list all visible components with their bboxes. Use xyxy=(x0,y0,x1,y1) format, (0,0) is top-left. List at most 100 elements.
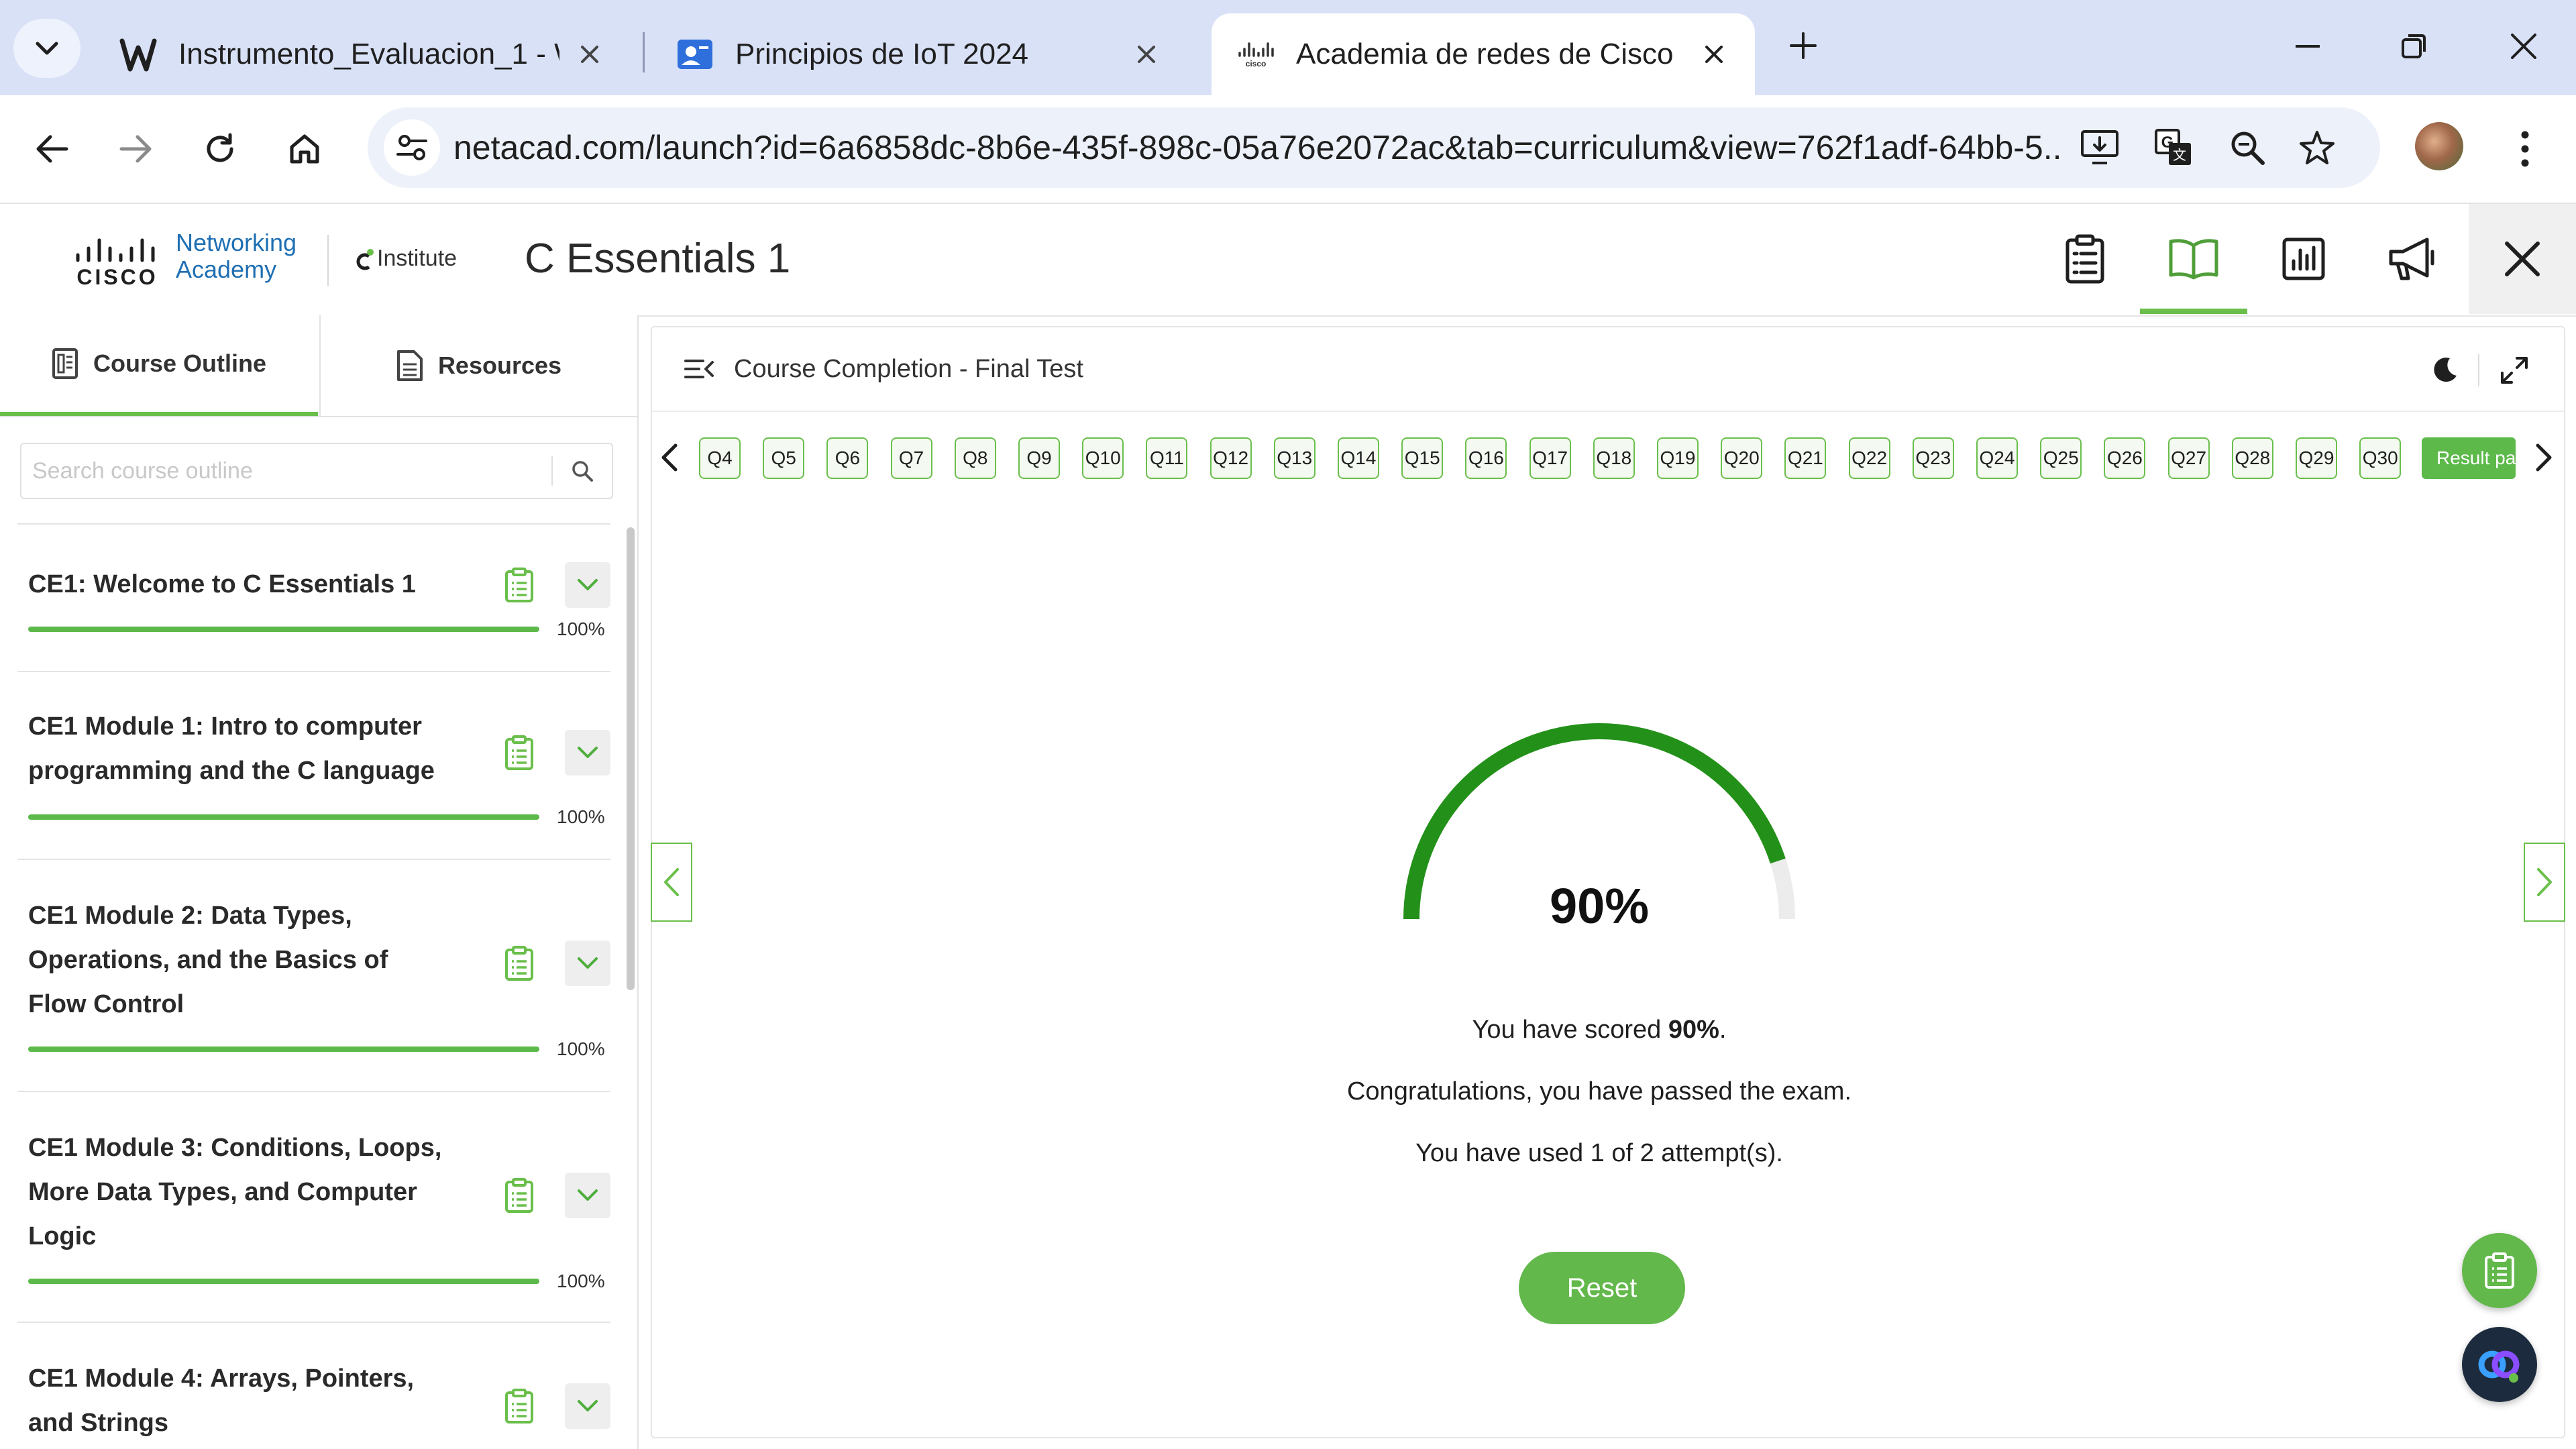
module-item[interactable]: CE1 Module 1: Intro to computer programm… xyxy=(17,671,610,860)
translate-icon[interactable]: G文 xyxy=(2147,121,2200,174)
book-button[interactable] xyxy=(2140,204,2247,314)
restore-button[interactable] xyxy=(2380,16,2447,76)
header-divider xyxy=(2478,354,2479,386)
question-button[interactable]: Q13 xyxy=(1273,437,1316,479)
question-button[interactable]: Q25 xyxy=(2040,437,2082,479)
question-button[interactable]: Q19 xyxy=(1657,437,1699,479)
toggle-outline-button[interactable] xyxy=(680,352,718,386)
question-button[interactable]: Q20 xyxy=(1721,437,1763,479)
clipboard-icon[interactable] xyxy=(499,1386,539,1426)
floating-assistant-button[interactable] xyxy=(2462,1327,2537,1402)
forward-button[interactable] xyxy=(109,122,162,176)
install-app-icon[interactable] xyxy=(2073,121,2127,174)
home-icon xyxy=(288,132,321,166)
question-button[interactable]: Q29 xyxy=(2296,437,2337,479)
clipboard-icon[interactable] xyxy=(499,733,539,773)
question-button[interactable]: Q7 xyxy=(890,437,932,479)
question-button[interactable]: Q18 xyxy=(1593,437,1635,479)
module-expand-button[interactable] xyxy=(565,562,610,608)
announcements-button[interactable] xyxy=(2359,204,2466,314)
result-page-button[interactable]: Result pa xyxy=(2422,437,2516,479)
sidebar-scrollbar[interactable] xyxy=(627,527,635,990)
site-info-button[interactable] xyxy=(384,119,440,176)
question-button[interactable]: Q21 xyxy=(1784,437,1827,479)
bookmark-star-icon[interactable] xyxy=(2290,121,2344,174)
question-button[interactable]: Q30 xyxy=(2359,437,2402,479)
module-expand-button[interactable] xyxy=(565,1383,610,1429)
gradebook-button[interactable] xyxy=(2031,204,2139,314)
browser-tab-classroom[interactable]: Principios de IoT 2024 xyxy=(651,13,1187,95)
score-bold: 90% xyxy=(1668,1016,1719,1044)
question-button[interactable]: Q22 xyxy=(1848,437,1890,479)
profile-avatar[interactable] xyxy=(2415,122,2463,170)
tab-resources[interactable]: Resources xyxy=(319,315,637,416)
question-button[interactable]: Q4 xyxy=(699,437,741,479)
module-expand-button[interactable] xyxy=(565,730,610,775)
home-button[interactable] xyxy=(278,122,331,176)
close-tab-icon[interactable] xyxy=(1130,38,1163,71)
question-button[interactable]: Q5 xyxy=(763,437,805,479)
tab-search-button[interactable] xyxy=(13,19,80,78)
question-button[interactable]: Q17 xyxy=(1529,437,1571,479)
questions-scroll-right[interactable] xyxy=(2526,436,2561,479)
question-button[interactable]: Q26 xyxy=(2104,437,2146,479)
cisco-icon: cisco xyxy=(1236,34,1276,74)
question-button[interactable]: Q14 xyxy=(1338,437,1379,479)
url-text[interactable]: netacad.com/launch?id=6a6858dc-8b6e-435f… xyxy=(453,107,2063,188)
window-close-button[interactable] xyxy=(2490,16,2557,76)
cisco-logo[interactable]: CISCO xyxy=(74,231,161,291)
close-tab-icon[interactable] xyxy=(1697,38,1731,71)
megaphone-icon xyxy=(2387,237,2438,281)
new-tab-button[interactable] xyxy=(1776,19,1830,72)
question-button[interactable]: Q9 xyxy=(1018,437,1060,479)
reset-button[interactable]: Reset xyxy=(1519,1252,1685,1324)
module-item[interactable]: CE1: Welcome to C Essentials 1 100% xyxy=(17,523,610,672)
dark-mode-toggle[interactable] xyxy=(2424,350,2465,390)
question-button[interactable]: Q10 xyxy=(1082,437,1124,479)
close-tab-icon[interactable] xyxy=(573,38,606,71)
module-expand-button[interactable] xyxy=(565,941,610,986)
tab-course-outline[interactable]: Course Outline xyxy=(0,315,318,416)
module-item[interactable]: CE1 Module 3: Conditions, Loops, More Da… xyxy=(17,1091,610,1323)
chevron-down-icon xyxy=(577,1189,598,1202)
browser-tab-cisco[interactable]: cisco Academia de redes de Cisco xyxy=(1212,13,1755,95)
tab-label: Resources xyxy=(437,352,562,379)
browser-menu-button[interactable] xyxy=(2501,122,2549,176)
module-title: CE1 Module 4: Arrays, Pointers, and Stri… xyxy=(28,1364,415,1437)
next-page-button[interactable] xyxy=(2524,843,2565,922)
module-expand-button[interactable] xyxy=(565,1173,610,1218)
question-button[interactable]: Q8 xyxy=(954,437,996,479)
zoom-icon[interactable] xyxy=(2220,121,2274,174)
module-item[interactable]: CE1 Module 4: Arrays, Pointers, and Stri… xyxy=(17,1322,610,1449)
clipboard-icon[interactable] xyxy=(499,1175,539,1216)
search-icon[interactable] xyxy=(562,455,602,487)
reload-button[interactable] xyxy=(193,122,247,176)
question-button[interactable]: Q15 xyxy=(1401,437,1444,479)
question-button[interactable]: Q12 xyxy=(1210,437,1252,479)
previous-page-button[interactable] xyxy=(651,843,692,922)
clipboard-icon[interactable] xyxy=(499,565,539,605)
fullscreen-button[interactable] xyxy=(2494,350,2534,390)
clipboard-icon[interactable] xyxy=(499,943,539,983)
close-icon xyxy=(2504,241,2540,277)
questions-scroll-left[interactable] xyxy=(652,436,687,479)
institute-logo: Institute xyxy=(354,246,457,272)
module-item[interactable]: CE1 Module 2: Data Types, Operations, an… xyxy=(17,859,610,1092)
question-button[interactable]: Q16 xyxy=(1465,437,1507,479)
question-button[interactable]: Q6 xyxy=(826,437,869,479)
course-outline-search-input[interactable]: Search course outline xyxy=(20,443,613,499)
question-button[interactable]: Q27 xyxy=(2167,437,2210,479)
question-button[interactable]: Q11 xyxy=(1146,437,1188,479)
address-bar[interactable]: netacad.com/launch?id=6a6858dc-8b6e-435f… xyxy=(368,107,2380,188)
question-button[interactable]: Q23 xyxy=(1912,437,1954,479)
close-course-button[interactable] xyxy=(2469,204,2576,314)
grades-chart-button[interactable] xyxy=(2250,204,2357,314)
app-header: CISCO Networking Academy Institute C Ess… xyxy=(0,204,2576,317)
browser-tab-wordwall[interactable]: Instrumento_Evaluacion_1 - Wo xyxy=(94,13,631,95)
floating-clipboard-button[interactable] xyxy=(2462,1233,2537,1308)
back-button[interactable] xyxy=(25,122,79,176)
svg-text:cisco: cisco xyxy=(1246,59,1267,68)
question-button[interactable]: Q28 xyxy=(2231,437,2273,479)
minimize-button[interactable] xyxy=(2274,16,2341,76)
question-button[interactable]: Q24 xyxy=(1976,437,2018,479)
